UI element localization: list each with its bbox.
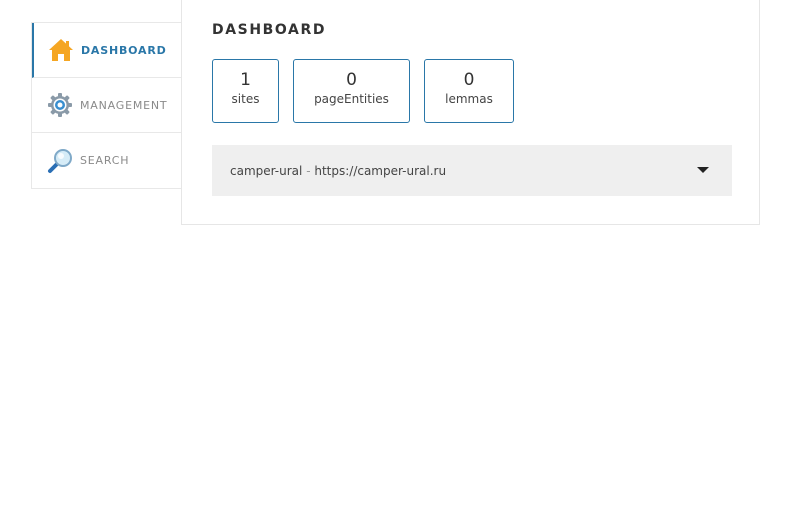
stat-label: sites	[231, 92, 260, 106]
stat-value: 0	[346, 70, 357, 90]
site-select-separator: -	[302, 163, 315, 178]
site-select-url: https://camper-ural.ru	[314, 163, 447, 178]
sidebar-item-management[interactable]: MANAGEMENT	[32, 78, 182, 133]
sidebar-item-label: MANAGEMENT	[80, 98, 168, 112]
stat-label: pageEntities	[314, 92, 389, 106]
page-title: DASHBOARD	[212, 22, 327, 38]
gear-icon	[46, 91, 74, 119]
stat-card-page-entities: 0 pageEntities	[293, 59, 410, 123]
caret-down-icon[interactable]	[697, 167, 709, 173]
sidebar-item-search[interactable]: SEARCH	[32, 133, 182, 188]
sidebar-item-label: DASHBOARD	[81, 43, 167, 57]
site-select-name: camper-ural	[230, 163, 303, 178]
sidebar-item-dashboard[interactable]: DASHBOARD	[32, 23, 182, 78]
stat-value: 0	[463, 70, 475, 90]
stat-label: lemmas	[445, 92, 493, 106]
dashboard-panel: DASHBOARD 1 sites 0 pageEntities 0 lemma…	[181, 0, 760, 225]
sidebar-nav: DASHBOARD MANAGEMENT SEARCH	[31, 22, 182, 189]
sidebar-item-label: SEARCH	[80, 154, 130, 167]
site-select-dropdown[interactable]: camper-ural - https://camper-ural.ru	[212, 145, 732, 196]
stat-value: 1	[240, 70, 251, 90]
stat-card-lemmas: 0 lemmas	[424, 59, 514, 123]
home-icon	[47, 36, 75, 64]
stat-card-sites: 1 sites	[212, 59, 279, 123]
magnifier-icon	[46, 147, 74, 175]
